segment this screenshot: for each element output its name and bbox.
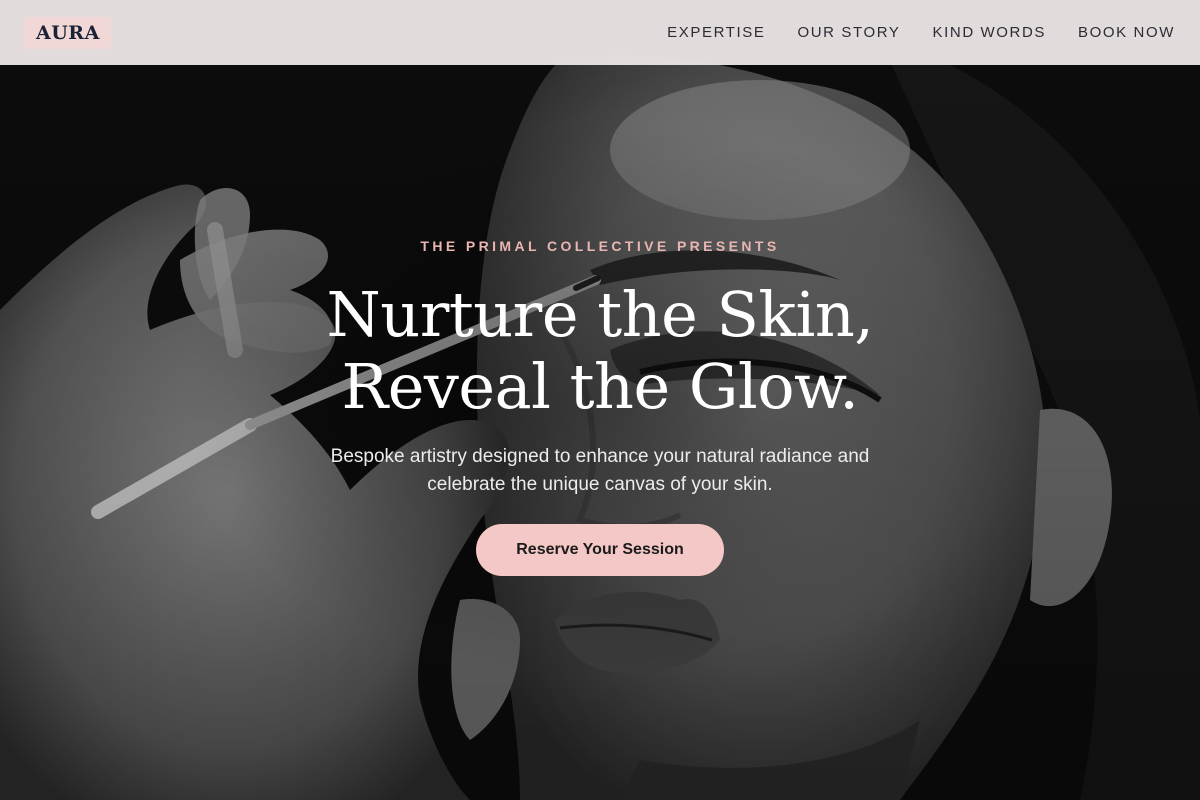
hero-subtext-line1: Bespoke artistry designed to enhance you… [330,446,870,467]
brand-logo[interactable]: AURA [24,16,111,49]
landing-page: AURA EXPERTISE OUR STORY KIND WORDS BOOK… [0,0,1200,800]
nav-link-kind-words[interactable]: KIND WORDS [933,24,1047,41]
hero-eyebrow: THE PRIMAL COLLECTIVE PRESENTS [420,238,780,254]
nav-link-our-story[interactable]: OUR STORY [797,24,900,41]
nav-link-expertise[interactable]: EXPERTISE [667,24,765,41]
main-nav: EXPERTISE OUR STORY KIND WORDS BOOK NOW [635,24,1175,41]
hero-section: THE PRIMAL COLLECTIVE PRESENTS Nurture t… [0,0,1200,800]
hero-headline-line2: Reveal the Glow. [341,350,859,423]
top-navigation-bar: AURA EXPERTISE OUR STORY KIND WORDS BOOK… [0,0,1200,65]
hero-subtext: Bespoke artistry designed to enhance you… [250,443,950,499]
hero-headline: Nurture the Skin, Reveal the Glow. [0,279,1200,423]
reserve-session-button[interactable]: Reserve Your Session [476,524,724,576]
nav-link-book-now[interactable]: BOOK NOW [1078,24,1175,41]
hero-subtext-line2: celebrate the unique canvas of your skin… [427,474,773,495]
hero-headline-line1: Nurture the Skin, [326,278,874,351]
